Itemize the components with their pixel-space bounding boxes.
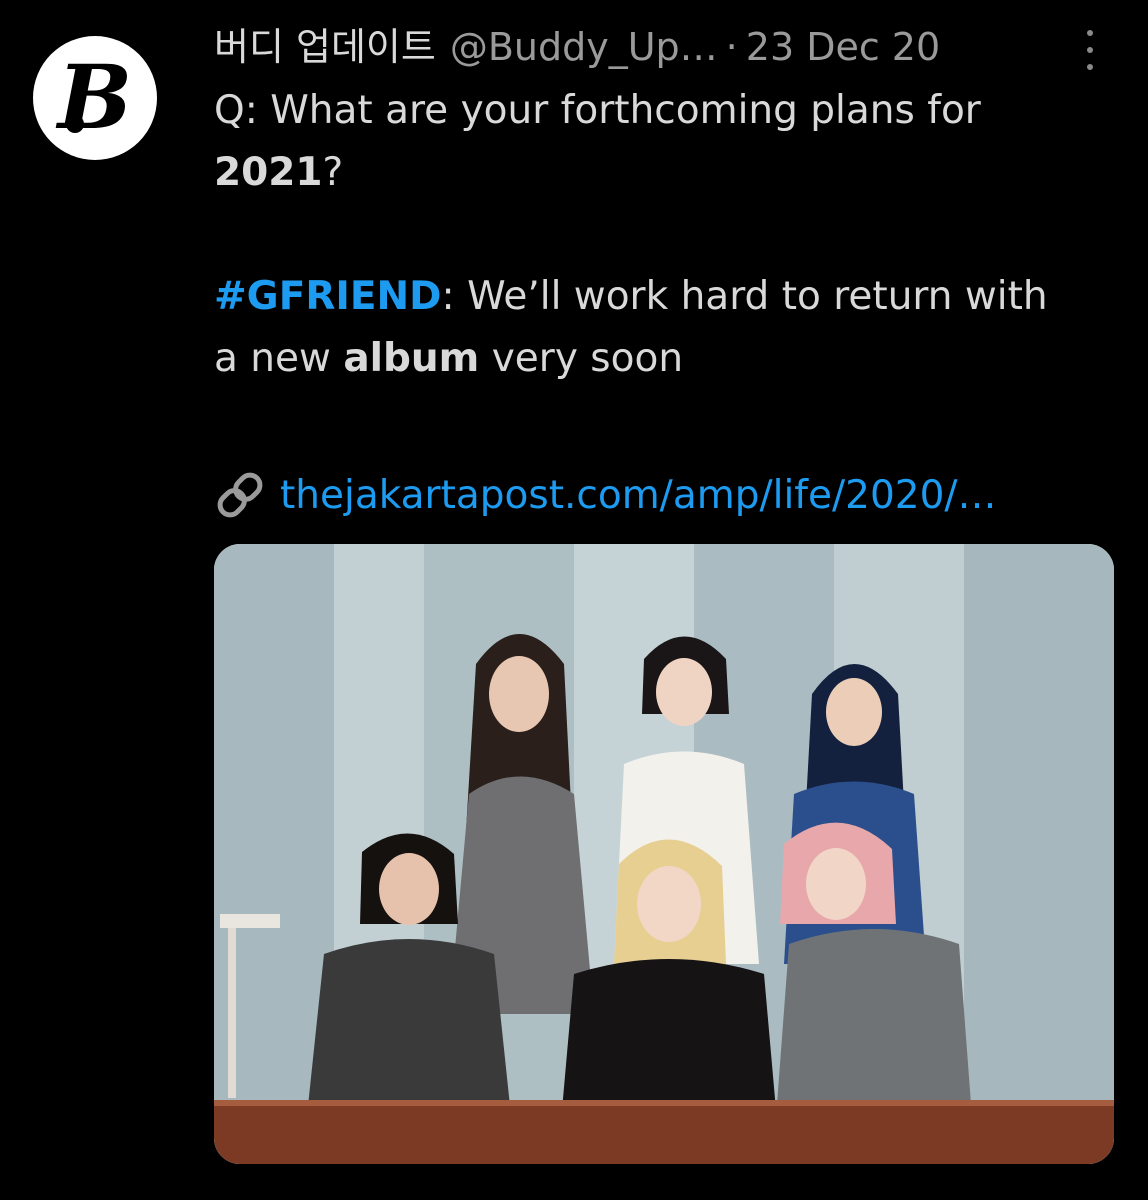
display-name[interactable]: 버디 업데이트 [214,22,436,72]
user-handle[interactable]: @Buddy_Up… [450,22,718,72]
tweet-text: Q: What are your forthcoming plans for 2… [214,80,1114,390]
answer-text: : We’ll work hard to return with [441,274,1048,319]
more-dot-icon [1087,64,1093,70]
tweet-header: 버디 업데이트 @Buddy_Up… · 23 Dec 20 [214,22,1084,72]
album-text: album [343,336,480,381]
more-dot-icon [1087,30,1093,36]
answer-line-1: #GFRIEND: We’ll work hard to return with [214,266,1114,328]
link-icon [214,472,266,518]
question-line-1: Q: What are your forthcoming plans for [214,80,1114,142]
question-line-2: 2021? [214,142,1114,204]
answer-line-2: a new album very soon [214,328,1114,390]
tweet-photo[interactable] [214,544,1114,1164]
answer-prefix: a new [214,336,344,381]
svg-text:B: B [55,45,132,149]
link-url[interactable]: thejakartapost.com/amp/life/2020/… [280,473,997,518]
header-separator: · [725,25,738,69]
avatar[interactable]: B [33,36,157,160]
question-text: Q: What are your forthcoming plans for [214,88,981,133]
more-options-button[interactable] [1078,30,1102,70]
hashtag-link[interactable]: #GFRIEND [214,274,442,319]
tweet-timestamp[interactable]: 23 Dec 20 [746,22,940,72]
answer-suffix: very soon [479,336,684,381]
buddy-logo-icon: B [55,45,132,149]
tweet-link[interactable]: thejakartapost.com/amp/life/2020/… [214,466,997,524]
more-dot-icon [1087,47,1093,53]
group-photo-image [214,544,1114,1164]
question-mark: ? [322,150,344,195]
year-text: 2021 [214,150,323,195]
